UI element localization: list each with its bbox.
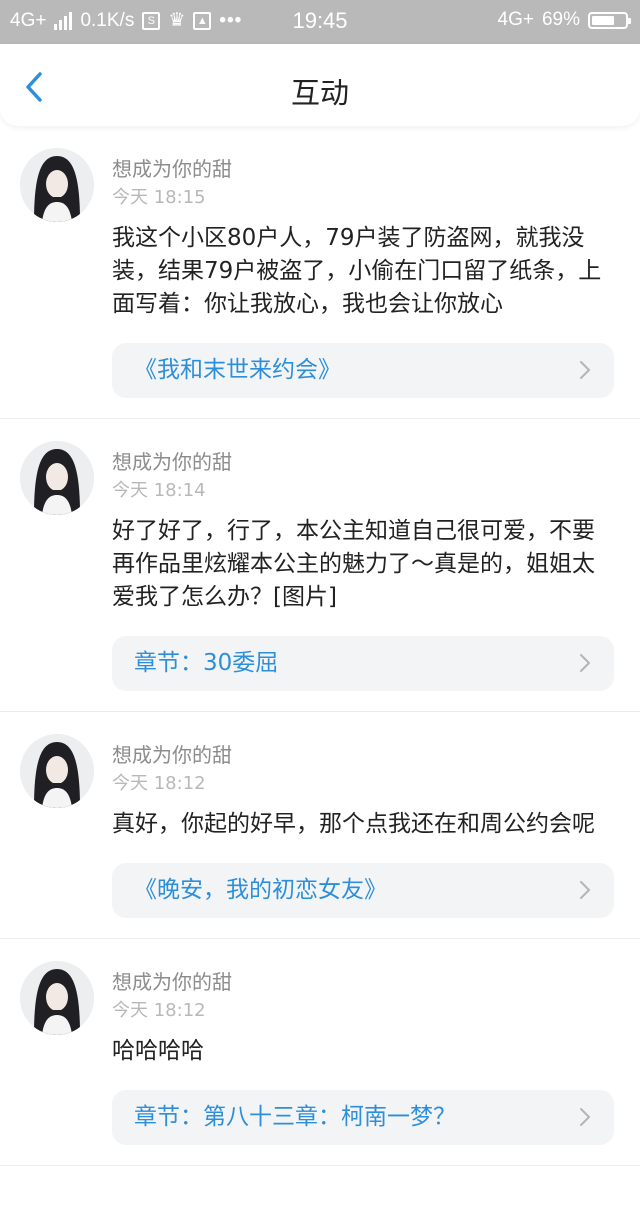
chevron-right-icon bbox=[580, 1108, 590, 1126]
book-link-label: 《我和末世来约会》 bbox=[134, 357, 341, 383]
item-body: 想成为你的甜 今天 18:14 好了好了，行了，本公主知道自己很可爱，不要再作品… bbox=[112, 419, 640, 711]
chevron-right-icon bbox=[580, 361, 590, 379]
list-item: 想成为你的甜 今天 18:14 好了好了，行了，本公主知道自己很可爱，不要再作品… bbox=[0, 419, 640, 712]
network-label-right: 4G+ bbox=[497, 9, 534, 30]
user-avatar-icon bbox=[20, 961, 94, 1035]
chevron-right-icon bbox=[580, 654, 590, 672]
comment-text: 哈哈哈哈 bbox=[112, 1038, 204, 1064]
username[interactable]: 想成为你的甜 bbox=[112, 449, 614, 475]
item-body: 想成为你的甜 今天 18:15 我这个小区80户人，79户装了防盗网，就我没装，… bbox=[112, 126, 640, 418]
avatar[interactable] bbox=[20, 961, 94, 1035]
battery-icon bbox=[588, 11, 631, 29]
timestamp: 今天 18:12 bbox=[112, 1000, 206, 1021]
username[interactable]: 想成为你的甜 bbox=[112, 742, 614, 768]
nav-header: 互动 bbox=[0, 44, 640, 126]
book-link-button[interactable]: 《我和末世来约会》 bbox=[112, 343, 614, 398]
page-title: 互动 bbox=[290, 76, 349, 110]
battery-level bbox=[592, 15, 614, 25]
timestamp: 今天 18:15 bbox=[112, 187, 206, 208]
user-avatar-icon bbox=[20, 734, 94, 808]
status-bar: 4G+ 0.1K/s S ♛ ▲ ••• 19:45 4G+ 69% bbox=[0, 0, 640, 44]
user-avatar-icon bbox=[20, 441, 94, 515]
book-link-label: 章节：30委屈 bbox=[134, 650, 279, 676]
item-body: 想成为你的甜 今天 18:12 真好，你起的好早，那个点我还在和周公约会呢 《晚… bbox=[112, 712, 640, 938]
username[interactable]: 想成为你的甜 bbox=[112, 156, 614, 182]
book-link-button[interactable]: 章节：第八十三章：柯南一梦？ bbox=[112, 1090, 614, 1145]
username[interactable]: 想成为你的甜 bbox=[112, 969, 614, 995]
book-link-label: 章节：第八十三章：柯南一梦？ bbox=[134, 1104, 456, 1130]
list-item: 想成为你的甜 今天 18:12 真好，你起的好早，那个点我还在和周公约会呢 《晚… bbox=[0, 712, 640, 939]
comment-text: 真好，你起的好早，那个点我还在和周公约会呢 bbox=[112, 811, 595, 837]
timestamp: 今天 18:14 bbox=[112, 480, 206, 501]
battery-percent: 69% bbox=[541, 9, 580, 30]
avatar[interactable] bbox=[20, 148, 94, 222]
status-right: 4G+ 69% bbox=[497, 9, 631, 31]
interaction-list: 想成为你的甜 今天 18:15 我这个小区80户人，79户装了防盗网，就我没装，… bbox=[0, 126, 640, 1166]
list-item: 想成为你的甜 今天 18:12 哈哈哈哈 章节：第八十三章：柯南一梦？ bbox=[0, 939, 640, 1166]
comment-text: 好了好了，行了，本公主知道自己很可爱，不要再作品里炫耀本公主的魅力了～真是的，姐… bbox=[112, 518, 595, 610]
user-avatar-icon bbox=[20, 148, 94, 222]
chevron-right-icon bbox=[580, 881, 590, 899]
book-link-button[interactable]: 章节：30委屈 bbox=[112, 636, 614, 691]
timestamp: 今天 18:12 bbox=[112, 773, 206, 794]
book-link-button[interactable]: 《晚安，我的初恋女友》 bbox=[112, 863, 614, 918]
avatar[interactable] bbox=[20, 734, 94, 808]
item-body: 想成为你的甜 今天 18:12 哈哈哈哈 章节：第八十三章：柯南一梦？ bbox=[112, 939, 640, 1165]
comment-text: 我这个小区80户人，79户装了防盗网，就我没装，结果79户被盗了，小偷在门口留了… bbox=[112, 225, 602, 317]
avatar[interactable] bbox=[20, 441, 94, 515]
book-link-label: 《晚安，我的初恋女友》 bbox=[134, 877, 387, 903]
list-item: 想成为你的甜 今天 18:15 我这个小区80户人，79户装了防盗网，就我没装，… bbox=[0, 126, 640, 419]
